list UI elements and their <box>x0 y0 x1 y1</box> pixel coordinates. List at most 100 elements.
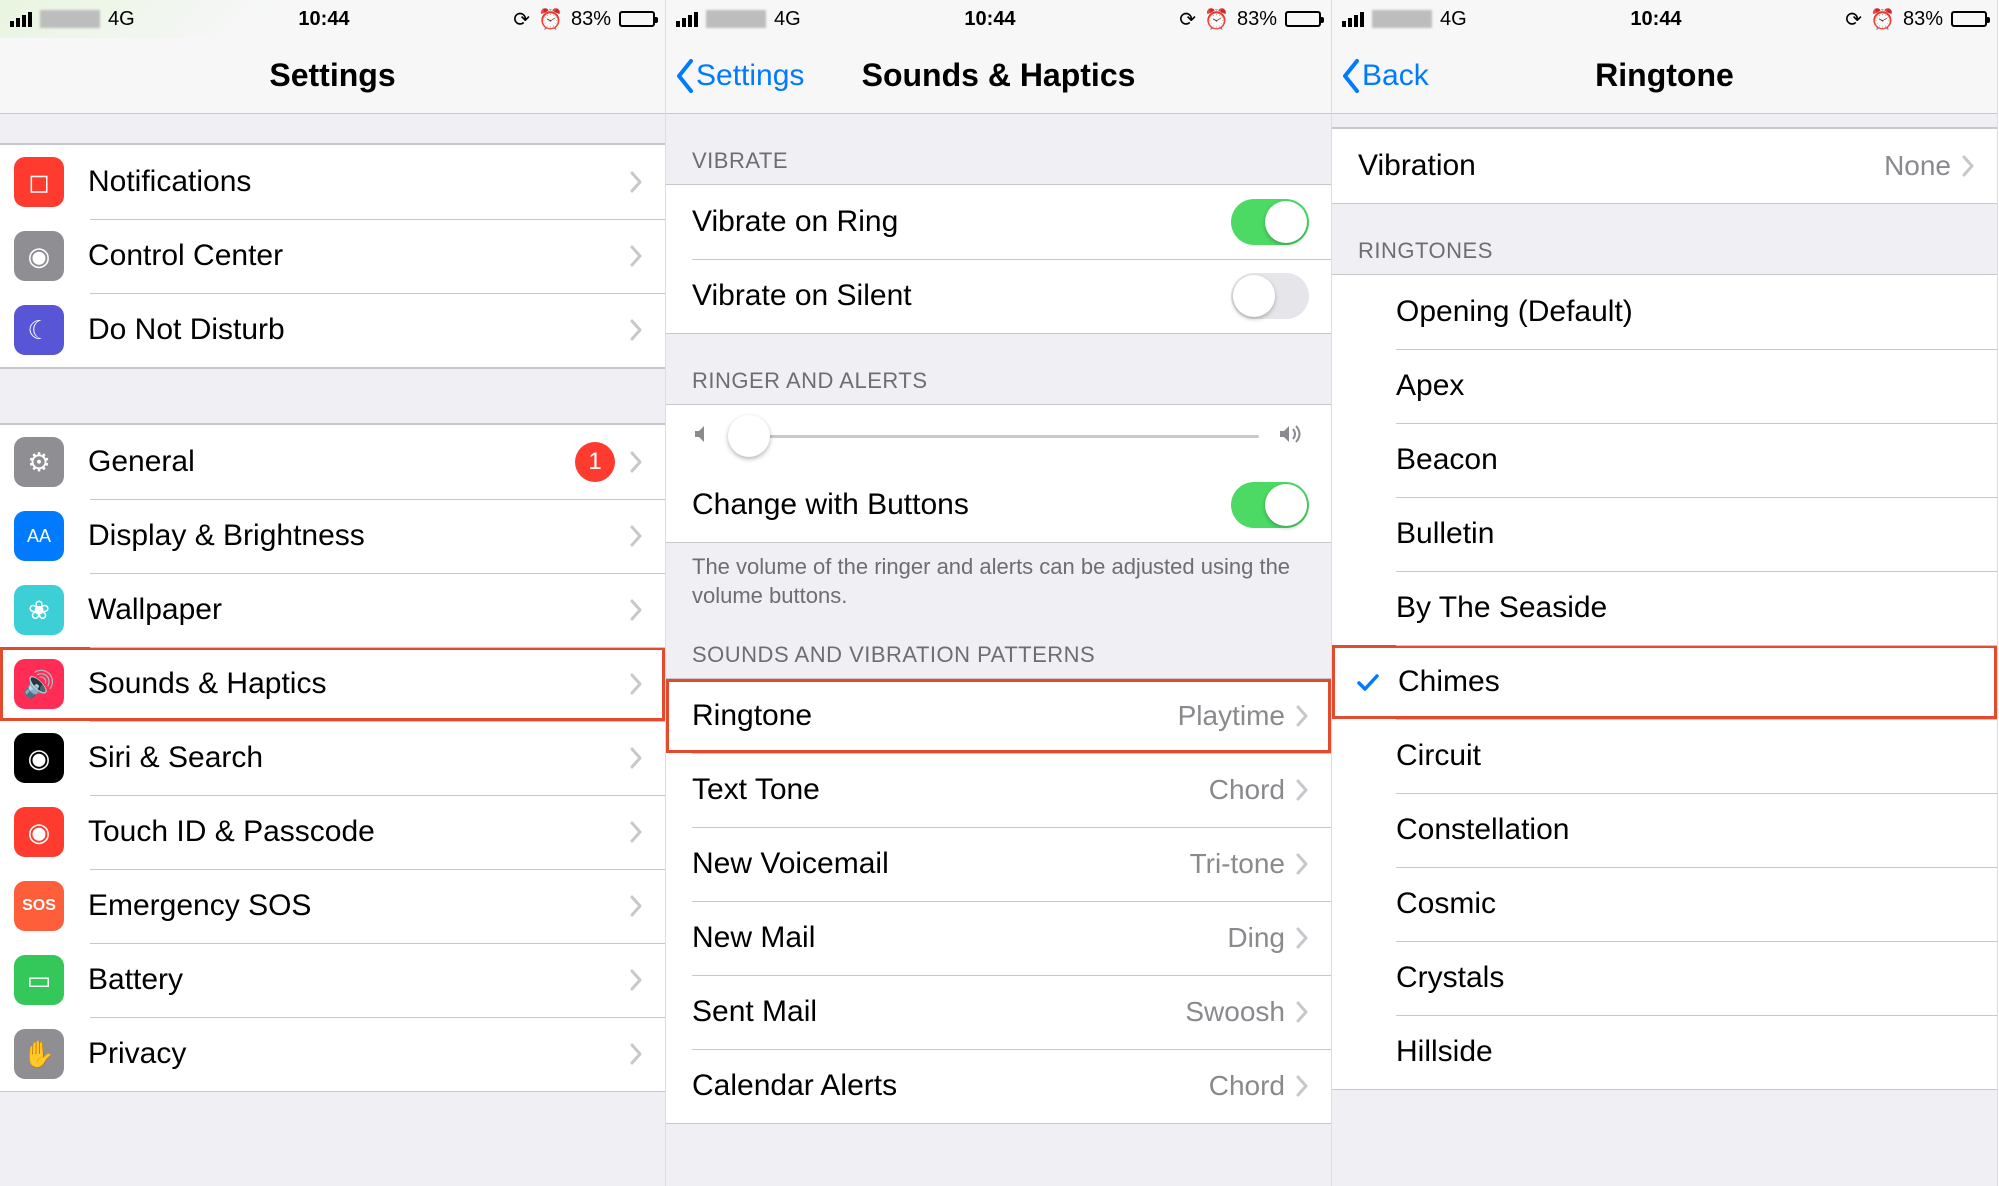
chevron-right-icon <box>1295 1075 1309 1097</box>
chevron-right-icon <box>1295 927 1309 949</box>
chevron-right-icon <box>629 525 643 547</box>
row-emergency-sos[interactable]: SOS Emergency SOS <box>0 869 665 943</box>
ringtone-chimes[interactable]: Chimes <box>1332 645 1997 719</box>
orientation-lock-icon: ⟳ <box>513 7 530 32</box>
network-label: 4G <box>108 8 135 31</box>
section-ringer: RINGER AND ALERTS <box>666 334 1331 404</box>
chevron-left-icon <box>1340 59 1362 93</box>
row-calendar-alerts[interactable]: Calendar Alerts Chord <box>666 1049 1331 1123</box>
chevron-right-icon <box>629 673 643 695</box>
status-bar: 4G 10:44 ⟳ ⏰ 83% <box>1332 0 1997 38</box>
chevron-right-icon <box>629 969 643 991</box>
battery-icon <box>1951 11 1987 27</box>
network-label: 4G <box>1440 8 1467 31</box>
ringtone-hillside[interactable]: Hillside <box>1332 1015 1997 1089</box>
ringtone-circuit[interactable]: Circuit <box>1332 719 1997 793</box>
clock: 10:44 <box>1630 8 1681 31</box>
alarm-icon: ⏰ <box>1870 7 1895 32</box>
battery-pct: 83% <box>1903 8 1943 31</box>
notifications-icon: ◻ <box>14 157 64 207</box>
volume-slider[interactable] <box>732 435 1259 438</box>
carrier-label <box>40 10 100 28</box>
nav-bar: Settings <box>0 38 665 114</box>
row-battery[interactable]: ▭ Battery <box>0 943 665 1017</box>
row-control-center[interactable]: ◉ Control Center <box>0 219 665 293</box>
ringtone-bulletin[interactable]: Bulletin <box>1332 497 1997 571</box>
row-sounds-haptics[interactable]: 🔊 Sounds & Haptics <box>0 647 665 721</box>
chevron-right-icon <box>1295 705 1309 727</box>
settings-group-2: ⚙ General 1 AA Display & Brightness ❀ Wa… <box>0 424 665 1092</box>
page-title: Settings <box>269 57 395 94</box>
ringtone-cosmic[interactable]: Cosmic <box>1332 867 1997 941</box>
chevron-left-icon <box>674 59 696 93</box>
row-vibrate-on-ring[interactable]: Vibrate on Ring <box>666 185 1331 259</box>
nav-bar: Back Ringtone <box>1332 38 1997 114</box>
chevron-right-icon <box>629 599 643 621</box>
row-new-mail[interactable]: New Mail Ding <box>666 901 1331 975</box>
sos-icon: SOS <box>14 881 64 931</box>
page-title: Sounds & Haptics <box>862 57 1136 94</box>
back-button[interactable]: Back <box>1340 59 1429 93</box>
fingerprint-icon: ◉ <box>14 807 64 857</box>
row-general[interactable]: ⚙ General 1 <box>0 425 665 499</box>
chevron-right-icon <box>629 895 643 917</box>
row-change-with-buttons[interactable]: Change with Buttons <box>666 468 1331 542</box>
check-icon <box>1352 671 1384 693</box>
screen-sounds-haptics: 4G 10:44 ⟳ ⏰ 83% Settings Sounds & Hapti… <box>666 0 1332 1186</box>
row-display-brightness[interactable]: AA Display & Brightness <box>0 499 665 573</box>
speaker-high-icon <box>1277 423 1305 450</box>
orientation-lock-icon: ⟳ <box>1845 7 1862 32</box>
carrier-label <box>706 10 766 28</box>
clock: 10:44 <box>298 8 349 31</box>
screen-settings: 4G 10:44 ⟳ ⏰ 83% Settings ◻ Notification… <box>0 0 666 1186</box>
row-notifications[interactable]: ◻ Notifications <box>0 145 665 219</box>
ringtone-constellation[interactable]: Constellation <box>1332 793 1997 867</box>
ringtone-opening[interactable]: Opening (Default) <box>1332 275 1997 349</box>
orientation-lock-icon: ⟳ <box>1179 7 1196 32</box>
ringtone-crystals[interactable]: Crystals <box>1332 941 1997 1015</box>
ringtone-by-the-seaside[interactable]: By The Seaside <box>1332 571 1997 645</box>
nav-bar: Settings Sounds & Haptics <box>666 38 1331 114</box>
chevron-right-icon <box>629 747 643 769</box>
toggle-vibrate-ring[interactable] <box>1231 199 1309 245</box>
ringtone-beacon[interactable]: Beacon <box>1332 423 1997 497</box>
ringtones-list: Opening (Default) Apex Beacon Bulletin B… <box>1332 274 1997 1090</box>
clock: 10:44 <box>964 8 1015 31</box>
settings-group-1: ◻ Notifications ◉ Control Center ☾ Do No… <box>0 144 665 368</box>
toggle-change-buttons[interactable] <box>1231 482 1309 528</box>
toggle-vibrate-silent[interactable] <box>1231 273 1309 319</box>
sound-icon: 🔊 <box>14 659 64 709</box>
battery-pct: 83% <box>571 8 611 31</box>
chevron-right-icon <box>629 319 643 341</box>
row-do-not-disturb[interactable]: ☾ Do Not Disturb <box>0 293 665 367</box>
row-new-voicemail[interactable]: New Voicemail Tri-tone <box>666 827 1331 901</box>
battery-pct: 83% <box>1237 8 1277 31</box>
row-privacy[interactable]: ✋ Privacy <box>0 1017 665 1091</box>
battery-icon <box>1285 11 1321 27</box>
chevron-right-icon <box>629 451 643 473</box>
speaker-low-icon <box>692 423 714 450</box>
ringer-footer: The volume of the ringer and alerts can … <box>666 543 1331 624</box>
signal-icon <box>676 12 698 27</box>
row-touch-id[interactable]: ◉ Touch ID & Passcode <box>0 795 665 869</box>
status-bar: 4G 10:44 ⟳ ⏰ 83% <box>666 0 1331 38</box>
row-wallpaper[interactable]: ❀ Wallpaper <box>0 573 665 647</box>
alarm-icon: ⏰ <box>538 7 563 32</box>
row-vibration[interactable]: Vibration None <box>1332 129 1997 203</box>
row-text-tone[interactable]: Text Tone Chord <box>666 753 1331 827</box>
badge-count: 1 <box>575 442 615 482</box>
back-button[interactable]: Settings <box>674 59 804 93</box>
row-vibrate-on-silent[interactable]: Vibrate on Silent <box>666 259 1331 333</box>
signal-icon <box>1342 12 1364 27</box>
ringtone-apex[interactable]: Apex <box>1332 349 1997 423</box>
row-sent-mail[interactable]: Sent Mail Swoosh <box>666 975 1331 1049</box>
chevron-right-icon <box>1961 155 1975 177</box>
control-center-icon: ◉ <box>14 231 64 281</box>
section-vibrate: VIBRATE <box>666 114 1331 184</box>
row-siri-search[interactable]: ◉ Siri & Search <box>0 721 665 795</box>
chevron-right-icon <box>629 1043 643 1065</box>
display-icon: AA <box>14 511 64 561</box>
row-ringtone[interactable]: Ringtone Playtime <box>666 679 1331 753</box>
battery-icon <box>619 11 655 27</box>
volume-slider-row <box>666 405 1331 468</box>
